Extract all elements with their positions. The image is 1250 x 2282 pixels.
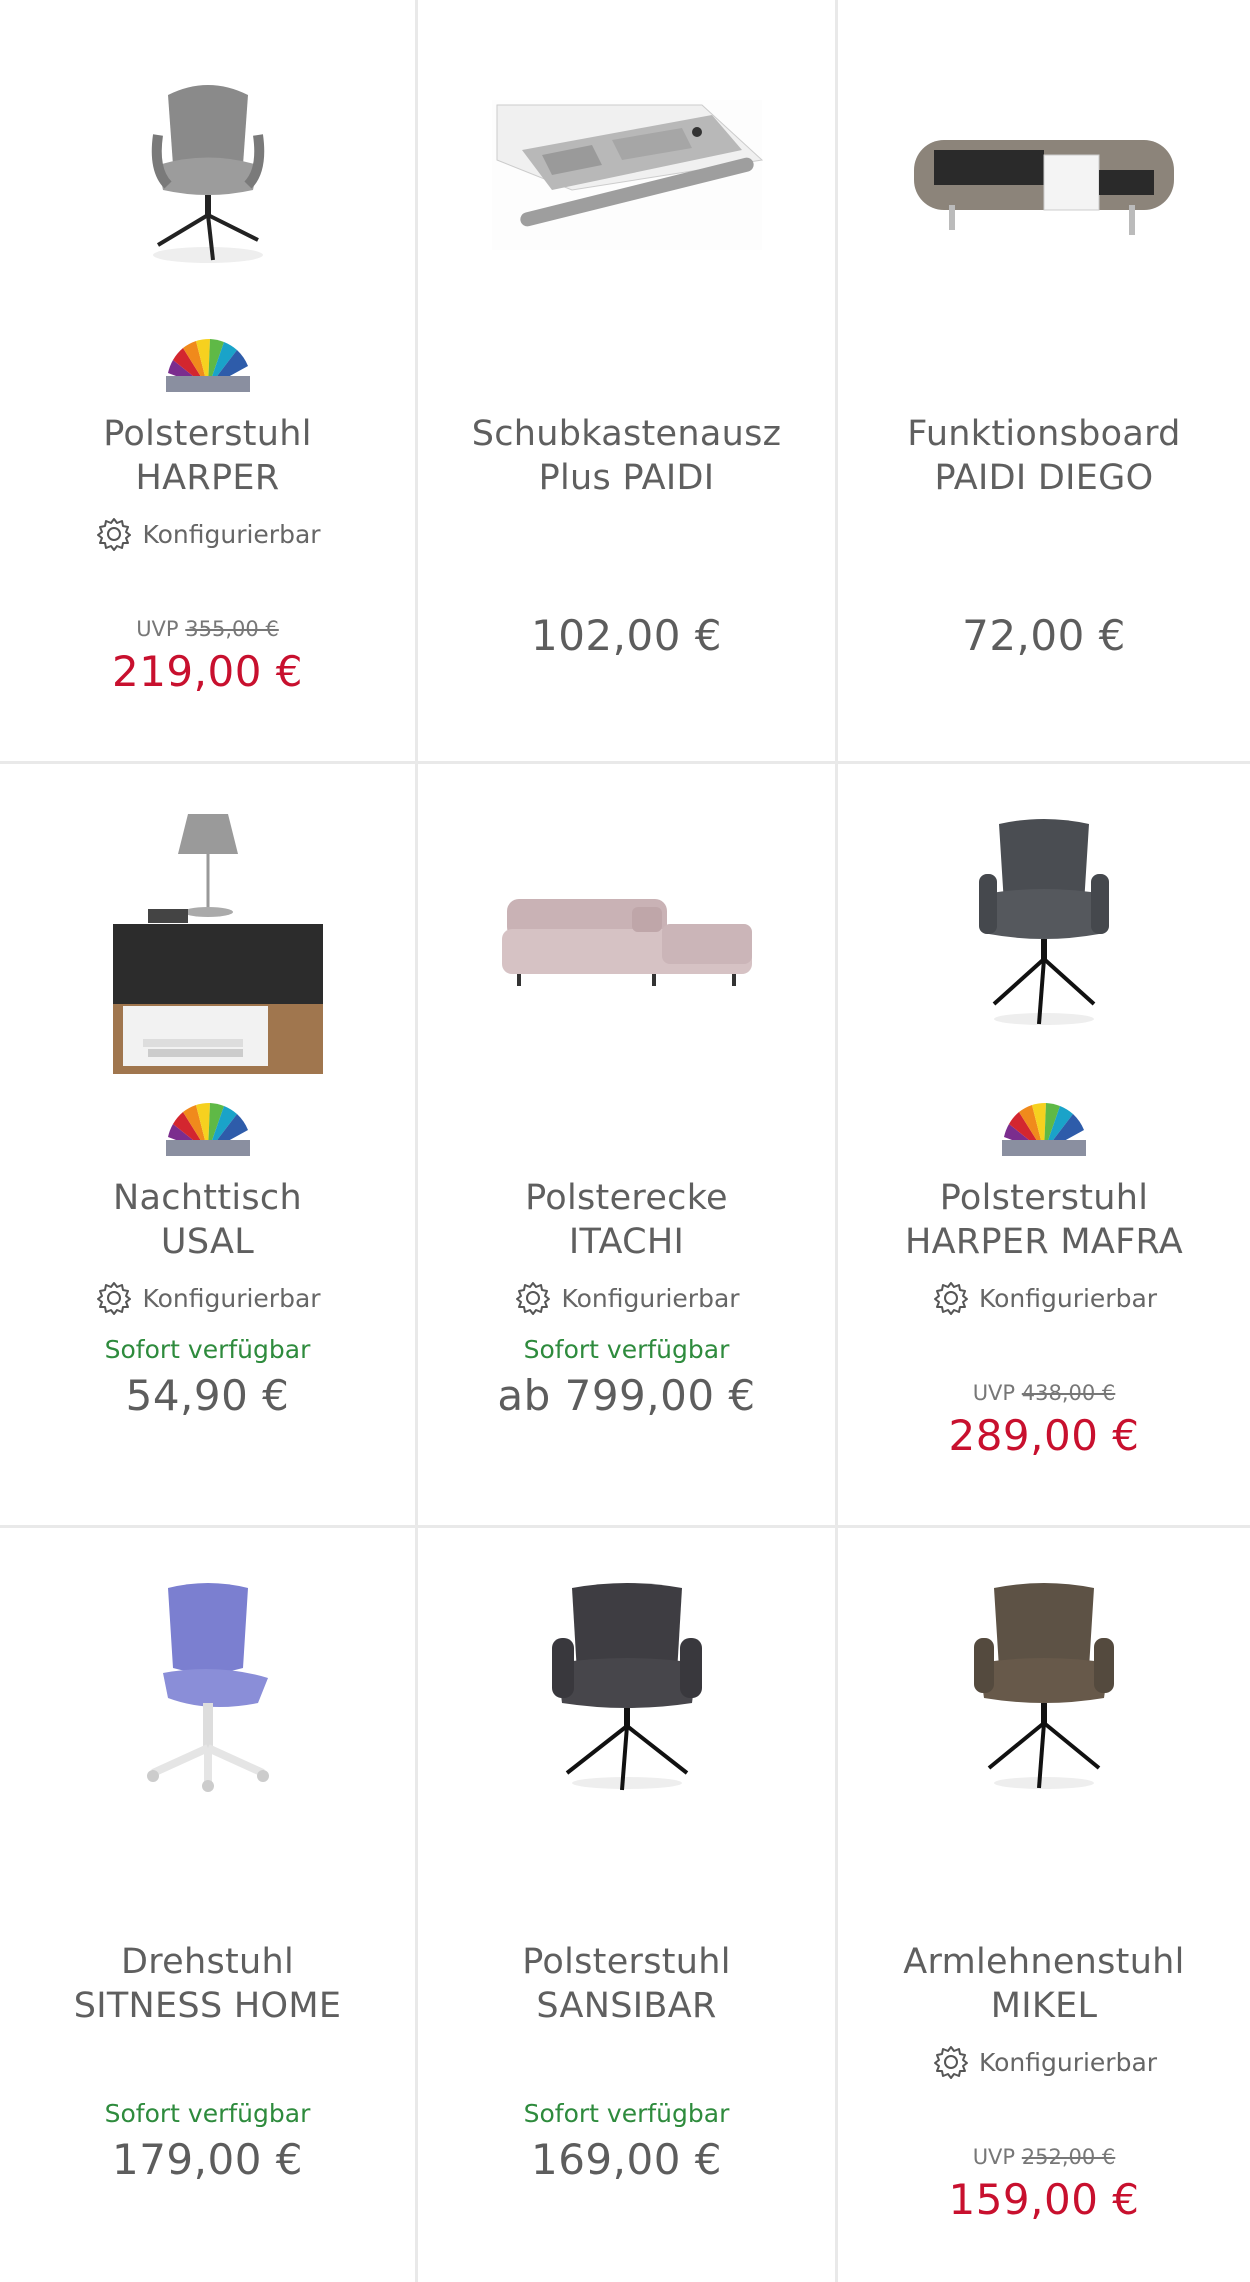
color-swatch-icon <box>999 1102 1089 1158</box>
uvp-price: UVP 355,00 € <box>136 617 279 641</box>
product-title[interactable]: Polsterstuhl SANSIBAR <box>428 1940 825 2028</box>
product-image[interactable] <box>418 844 835 1024</box>
product-title[interactable]: Funktionsboard PAIDI DIEGO <box>848 412 1240 500</box>
product-card[interactable]: Funktionsboard PAIDI DIEGO 72,00 € <box>838 0 1250 764</box>
stock-status: Sofort verfügbar <box>523 1335 730 1364</box>
price-block: UVP 355,00 € 219,00 € <box>0 614 415 700</box>
configurable-badge: Konfigurierbar <box>418 1278 835 1318</box>
product-card[interactable]: Polsterstuhl HARPER MAFRA Konfigurierbar… <box>838 764 1250 1528</box>
product-card[interactable]: Schubkastenausz Plus PAIDI 102,00 € <box>418 0 838 764</box>
product-card[interactable]: Armlehnenstuhl MIKEL Konfigurierbar UVP … <box>838 1528 1250 2282</box>
price-block: Sofort verfügbar 179,00 € <box>0 2096 415 2188</box>
product-title[interactable]: Armlehnenstuhl MIKEL <box>848 1940 1240 2028</box>
configurable-badge: Konfigurierbar <box>0 514 415 554</box>
price: 54,90 € <box>125 1371 290 1420</box>
uvp-price: UVP 438,00 € <box>972 1381 1116 1405</box>
sale-price: 219,00 € <box>111 647 304 696</box>
sale-price: 159,00 € <box>948 2175 1140 2224</box>
configurable-badge: Konfigurierbar <box>0 1278 415 1318</box>
price-block: UVP 252,00 € 159,00 € <box>838 2142 1250 2228</box>
product-card[interactable]: Polsterstuhl SANSIBAR Sofort verfügbar 1… <box>418 1528 838 2282</box>
product-image[interactable] <box>418 60 835 280</box>
stock-status: Sofort verfügbar <box>104 1335 311 1364</box>
product-image[interactable] <box>418 1568 835 1808</box>
product-image[interactable] <box>838 804 1250 1044</box>
price: ab 799,00 € <box>497 1371 756 1420</box>
product-card[interactable]: Nachttisch USAL Konfigurierbar Sofort ve… <box>0 764 418 1528</box>
product-image[interactable] <box>838 80 1250 270</box>
product-card[interactable]: Polsterstuhl HARPER Konfigurierbar UVP 3… <box>0 0 418 764</box>
gear-icon <box>97 1282 132 1315</box>
color-swatch-icon <box>163 1102 253 1158</box>
price-block: 102,00 € <box>418 608 835 664</box>
product-image[interactable] <box>0 784 415 1074</box>
product-title[interactable]: Schubkastenausz Plus PAIDI <box>428 412 825 500</box>
product-grid: Polsterstuhl HARPER Konfigurierbar UVP 3… <box>0 0 1250 2282</box>
product-card[interactable]: Drehstuhl SITNESS HOME Sofort verfügbar … <box>0 1528 418 2282</box>
product-image[interactable] <box>838 1568 1250 1808</box>
gear-icon <box>933 2046 968 2079</box>
uvp-price: UVP 252,00 € <box>972 2145 1116 2169</box>
product-title[interactable]: Polsterstuhl HARPER <box>10 412 405 500</box>
stock-status: Sofort verfügbar <box>523 2099 730 2128</box>
price-block: Sofort verfügbar ab 799,00 € <box>418 1332 835 1424</box>
product-image[interactable] <box>0 30 415 300</box>
price: 102,00 € <box>530 611 723 660</box>
color-swatch-icon <box>163 338 253 394</box>
stock-status: Sofort verfügbar <box>104 2099 311 2128</box>
price-block: Sofort verfügbar 54,90 € <box>0 1332 415 1424</box>
product-title[interactable]: Nachttisch USAL <box>10 1176 405 1264</box>
price: 169,00 € <box>530 2135 723 2184</box>
product-title[interactable]: Polsterstuhl HARPER MAFRA <box>848 1176 1240 1264</box>
price-block: 72,00 € <box>838 608 1250 664</box>
price-block: UVP 438,00 € 289,00 € <box>838 1378 1250 1464</box>
price-block: Sofort verfügbar 169,00 € <box>418 2096 835 2188</box>
product-title[interactable]: Drehstuhl SITNESS HOME <box>10 1940 405 2028</box>
gear-icon <box>97 518 132 551</box>
price: 179,00 € <box>111 2135 304 2184</box>
sale-price: 289,00 € <box>948 1411 1140 1460</box>
product-card[interactable]: Polsterecke ITACHI Konfigurierbar Sofort… <box>418 764 838 1528</box>
gear-icon <box>516 1282 551 1315</box>
gear-icon <box>933 1282 968 1315</box>
product-image[interactable] <box>0 1568 415 1808</box>
product-title[interactable]: Polsterecke ITACHI <box>428 1176 825 1264</box>
configurable-badge: Konfigurierbar <box>838 1278 1250 1318</box>
configurable-badge: Konfigurierbar <box>838 2042 1250 2082</box>
price: 72,00 € <box>962 611 1126 660</box>
